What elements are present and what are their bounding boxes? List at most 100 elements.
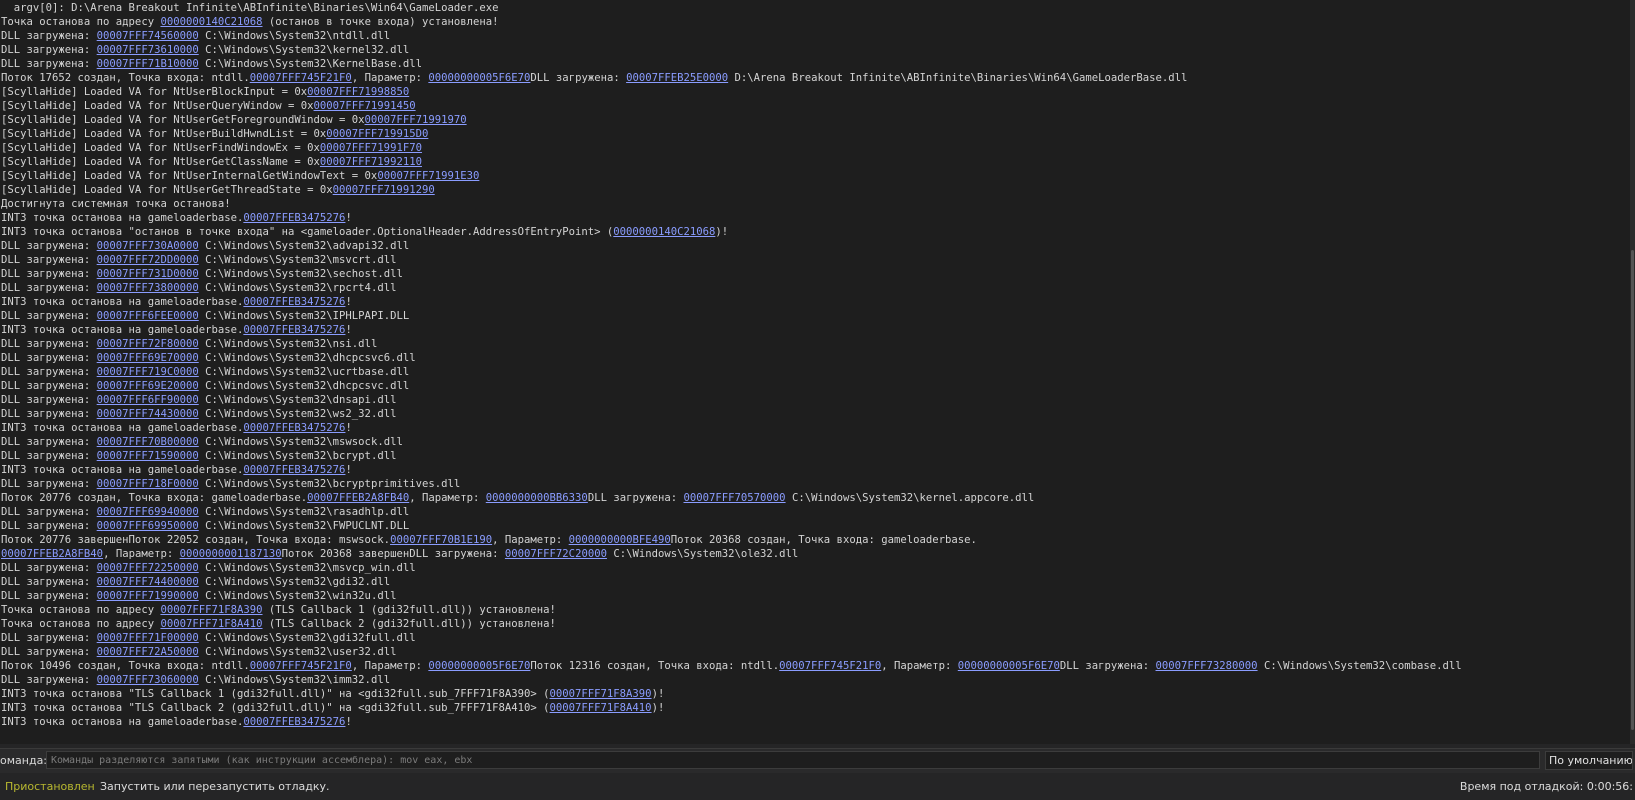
address-link[interactable]: 00007FFF69950000 <box>97 520 199 532</box>
address-link[interactable]: 00007FFEB3475276 <box>243 324 345 336</box>
address-link[interactable]: 00007FFF69940000 <box>97 506 199 518</box>
address-link[interactable]: 00000000005F6E70 <box>958 660 1060 672</box>
log-text: Точка останова по адресу <box>1 618 161 630</box>
log-text: DLL загружена: <box>1 478 97 490</box>
address-link[interactable]: 00007FFF71991290 <box>333 184 435 196</box>
log-line: INT3 точка останова "TLS Callback 2 (gdi… <box>0 701 1630 715</box>
address-link[interactable]: 00007FFF71991450 <box>314 100 416 112</box>
log-text: C:\Windows\System32\rpcrt4.dll <box>198 282 397 294</box>
address-link[interactable]: 00007FFF745F21F0 <box>779 660 881 672</box>
log-text: C:\Windows\System32\win32u.dll <box>198 590 397 602</box>
log-text: INT3 точка останова на gameloaderbase. <box>1 324 244 336</box>
log-text: DLL загружена: <box>1 338 97 350</box>
address-link[interactable]: 00007FFF73280000 <box>1156 660 1258 672</box>
address-link[interactable]: 00007FFF72A50000 <box>97 646 199 658</box>
address-link[interactable]: 00007FFF72C20000 <box>505 548 607 560</box>
log-text: Поток 20368 завершенDLL загружена: <box>281 548 505 560</box>
log-text: C:\Windows\System32\kernel.appcore.dll <box>785 492 1035 504</box>
address-link[interactable]: 00007FFF72F80000 <box>97 338 199 350</box>
address-link[interactable]: 00007FFF72DD0000 <box>97 254 199 266</box>
address-link[interactable]: 00000000005F6E70 <box>428 72 530 84</box>
address-link[interactable]: 00000000005F6E70 <box>428 660 530 672</box>
log-text: argv[0]: D:\Arena Breakout Infinite\ABIn… <box>1 2 499 14</box>
address-link[interactable]: 00007FFEB3475276 <box>243 296 345 308</box>
address-link[interactable]: 0000000000BB6330 <box>486 492 588 504</box>
log-text: , Параметр: <box>409 492 486 504</box>
log-text: DLL загружена: <box>1 562 97 574</box>
address-link[interactable]: 00007FFF73060000 <box>97 674 199 686</box>
command-input[interactable] <box>46 751 1540 769</box>
address-link[interactable]: 00007FFF70B1E190 <box>390 534 492 546</box>
log-text: Поток 20776 создан, Точка входа: gameloa… <box>1 492 308 504</box>
address-link[interactable]: 00007FFF71F00000 <box>97 632 199 644</box>
address-link[interactable]: 00007FFF71F8A410 <box>160 618 262 630</box>
log-line: argv[0]: D:\Arena Breakout Infinite\ABIn… <box>0 1 1630 15</box>
log-line: DLL загружена: 00007FFF731D0000 C:\Windo… <box>0 267 1630 281</box>
log-text: ! <box>345 324 352 336</box>
log-scrollbar-thumb[interactable] <box>1631 250 1634 730</box>
address-link[interactable]: 00007FFF71992110 <box>320 156 422 168</box>
address-link[interactable]: 00007FFF70B00000 <box>97 436 199 448</box>
log-text: C:\Windows\System32\gdi32.dll <box>198 576 391 588</box>
log-text: DLL загружена: <box>1 268 97 280</box>
address-link[interactable]: 00007FFF730A0000 <box>97 240 199 252</box>
address-link[interactable]: 00007FFEB3475276 <box>243 422 345 434</box>
command-mode-select[interactable]: По умолчанию <box>1545 751 1633 770</box>
address-link[interactable]: 00007FFF74560000 <box>97 30 199 42</box>
log-line: Поток 17652 создан, Точка входа: ntdll.0… <box>0 71 1630 85</box>
address-link[interactable]: 00007FFF745F21F0 <box>250 72 352 84</box>
address-link[interactable]: 00007FFF719C0000 <box>97 366 199 378</box>
address-link[interactable]: 00007FFF71991F70 <box>320 142 422 154</box>
log-text: DLL загружена: <box>1 646 97 658</box>
log-text: DLL загружена: <box>1 674 97 686</box>
address-link[interactable]: 00007FFF73610000 <box>97 44 199 56</box>
log-text: C:\Windows\System32\mswsock.dll <box>198 436 403 448</box>
address-link[interactable]: 00007FFF71590000 <box>97 450 199 462</box>
address-link[interactable]: 00007FFEB3475276 <box>243 212 345 224</box>
log-line: INT3 точка останова на gameloaderbase.00… <box>0 323 1630 337</box>
address-link[interactable]: 00007FFF69E70000 <box>97 352 199 364</box>
address-link[interactable]: 00007FFF71B10000 <box>97 58 199 70</box>
address-link[interactable]: 00007FFF719915D0 <box>326 128 428 140</box>
address-link[interactable]: 00007FFF745F21F0 <box>250 660 352 672</box>
address-link[interactable]: 00007FFF71F8A390 <box>550 688 652 700</box>
address-link[interactable]: 00007FFF6FEE0000 <box>97 310 199 322</box>
address-link[interactable]: 00007FFEB2A8FB40 <box>1 548 103 560</box>
address-link[interactable]: 00007FFF71991970 <box>365 114 467 126</box>
address-link[interactable]: 00007FFEB3475276 <box>243 716 345 728</box>
log-line: [ScyllaHide] Loaded VA for NtUserBlockIn… <box>0 85 1630 99</box>
address-link[interactable]: 00007FFF71991E30 <box>377 170 479 182</box>
log-text: C:\Windows\System32\bcrypt.dll <box>198 450 397 462</box>
address-link[interactable]: 00007FFF71990000 <box>97 590 199 602</box>
log-text: DLL загружена: <box>1 408 97 420</box>
log-panel[interactable]: argv[0]: D:\Arena Breakout Infinite\ABIn… <box>0 0 1630 744</box>
address-link[interactable]: 0000000140C21068 <box>160 16 262 28</box>
log-text: [ScyllaHide] Loaded VA for NtUserFindWin… <box>1 142 320 154</box>
address-link[interactable]: 00007FFEB25E0000 <box>626 72 728 84</box>
address-link[interactable]: 00007FFF71F8A390 <box>160 604 262 616</box>
address-link[interactable]: 00007FFF731D0000 <box>97 268 199 280</box>
log-text: DLL загружена: <box>1 366 97 378</box>
address-link[interactable]: 0000000140C21068 <box>613 226 715 238</box>
address-link[interactable]: 00007FFF72250000 <box>97 562 199 574</box>
address-link[interactable]: 00007FFEB2A8FB40 <box>307 492 409 504</box>
address-link[interactable]: 0000000001187130 <box>180 548 282 560</box>
address-link[interactable]: 00007FFEB3475276 <box>243 464 345 476</box>
address-link[interactable]: 00007FFF73800000 <box>97 282 199 294</box>
log-text: ! <box>345 212 352 224</box>
log-line: INT3 точка останова на gameloaderbase.00… <box>0 463 1630 477</box>
address-link[interactable]: 00007FFF6FF90000 <box>97 394 199 406</box>
log-line: DLL загружена: 00007FFF72250000 C:\Windo… <box>0 561 1630 575</box>
log-text: DLL загружена: <box>587 492 684 504</box>
log-text: INT3 точка останова "TLS Callback 2 (gdi… <box>1 702 550 714</box>
log-text: INT3 точка останова на gameloaderbase. <box>1 716 244 728</box>
address-link[interactable]: 00007FFF69E20000 <box>97 380 199 392</box>
address-link[interactable]: 00007FFF718F0000 <box>97 478 199 490</box>
address-link[interactable]: 0000000000BFE490 <box>569 534 671 546</box>
address-link[interactable]: 00007FFF74400000 <box>97 576 199 588</box>
address-link[interactable]: 00007FFF71F8A410 <box>550 702 652 714</box>
log-scrollbar[interactable] <box>1630 0 1635 744</box>
address-link[interactable]: 00007FFF74430000 <box>97 408 199 420</box>
address-link[interactable]: 00007FFF71998850 <box>307 86 409 98</box>
address-link[interactable]: 00007FFF70570000 <box>684 492 786 504</box>
